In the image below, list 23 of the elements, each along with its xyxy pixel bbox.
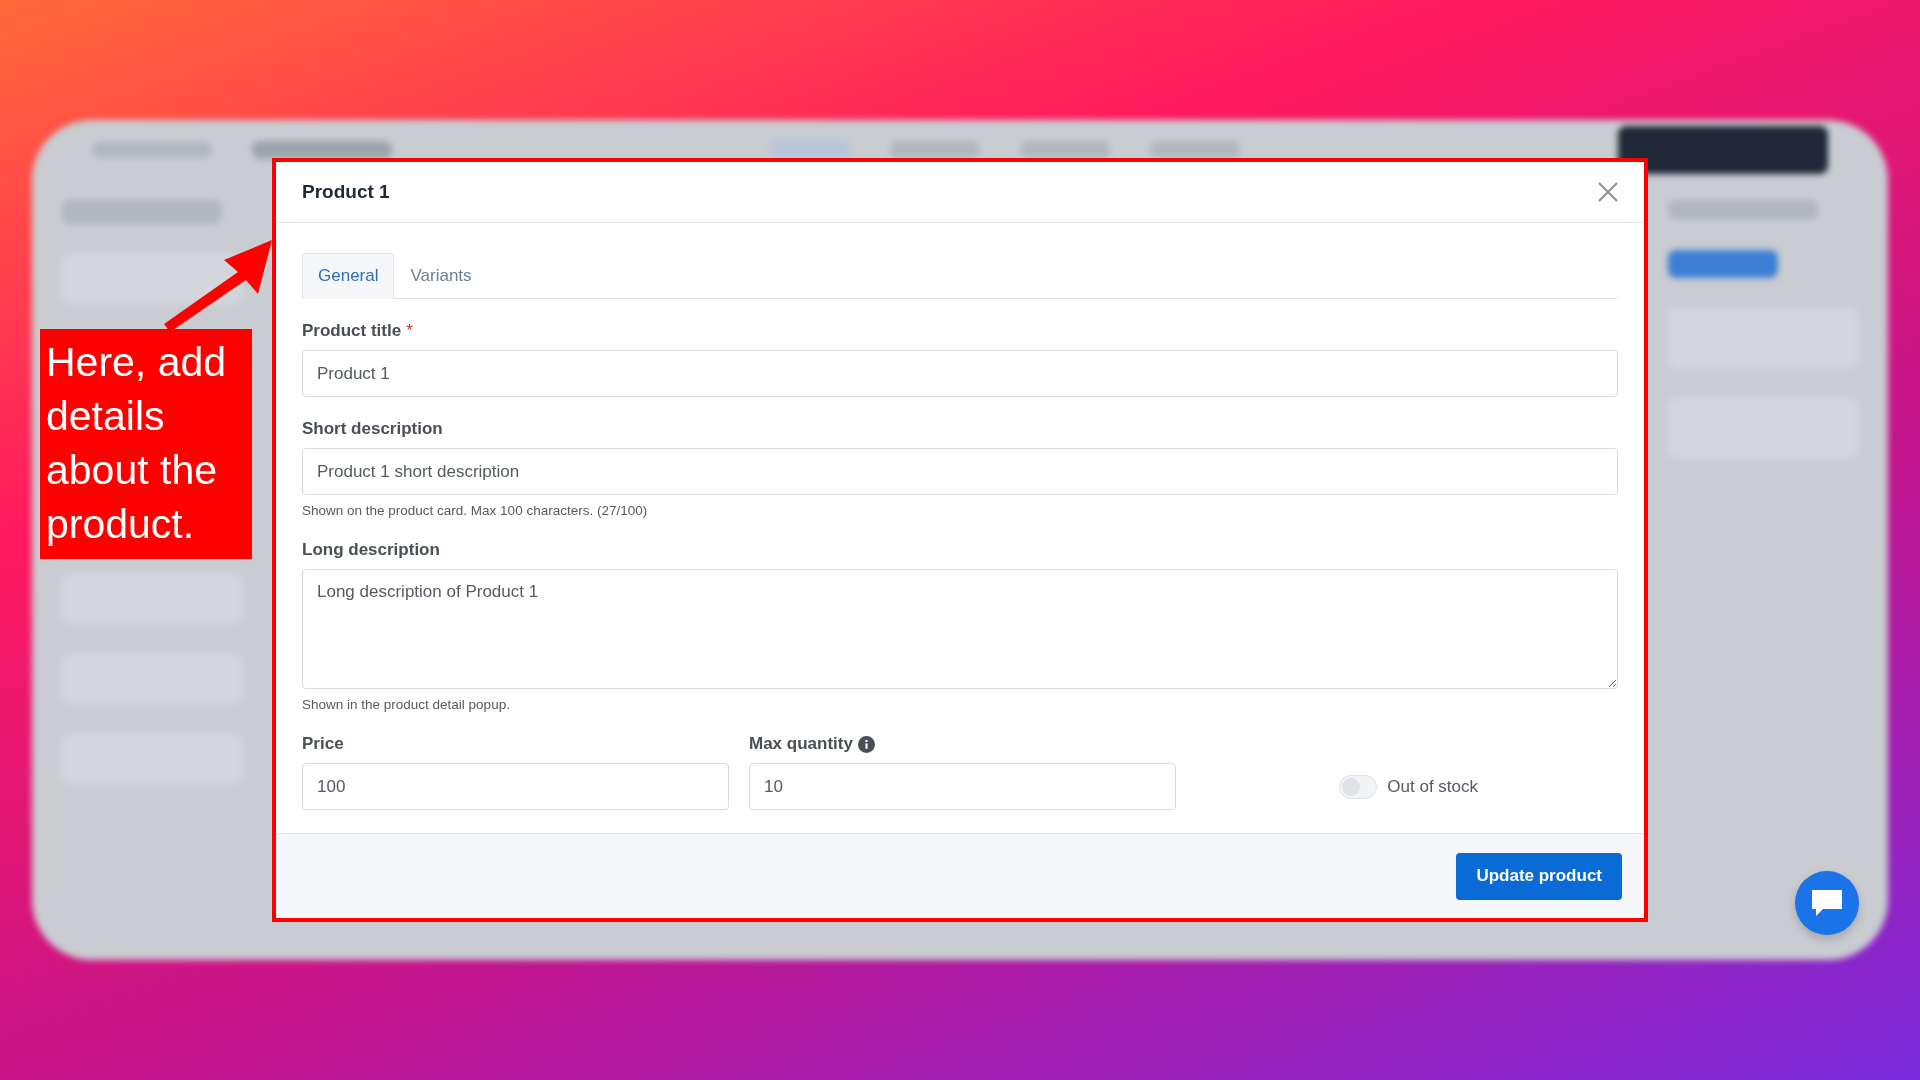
tab[interactable]: General [302,253,395,299]
field-label: Long description [302,540,440,560]
chat-icon [1809,887,1845,919]
required-mark: * [406,321,413,341]
text-field[interactable]: Product 1 [302,350,1618,397]
close-button[interactable] [1596,180,1620,204]
annotation-callout: Here, add details about the product. [40,329,252,559]
field-hint: Shown in the product detail popup. [302,697,511,712]
field-label: Price [302,734,344,754]
toggle-switch[interactable] [1339,774,1378,799]
long-description-field[interactable]: Long description of Product 1 [302,569,1618,689]
field-label: Short description [302,419,443,439]
toggle-label: Out of stock [1387,776,1478,797]
field-hint: Shown on the product card. Max 100 characters. (27/100) [302,503,649,518]
field-label: Product title [302,321,402,341]
text-field[interactable]: Product 1 short description [302,448,1618,495]
dialog-title: Product 1 [302,181,390,203]
number-field[interactable]: 10 [749,763,1176,810]
tab[interactable]: Variants [394,253,488,299]
number-field[interactable]: 100 [302,763,729,810]
field-label: Max quantity [749,734,853,754]
update-product-button[interactable]: Update product [1456,852,1622,900]
close-icon [1596,180,1620,204]
